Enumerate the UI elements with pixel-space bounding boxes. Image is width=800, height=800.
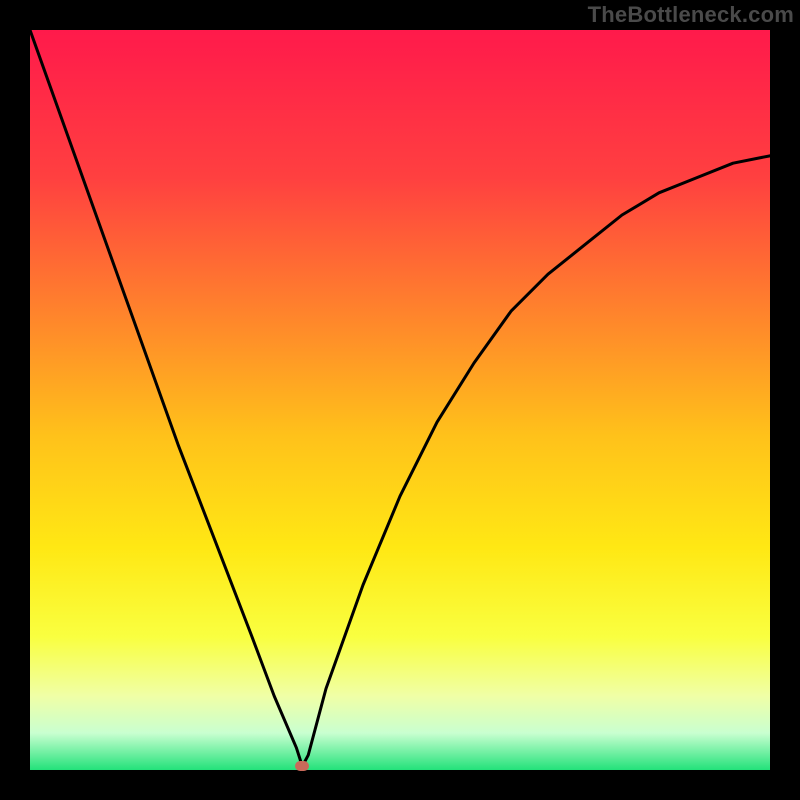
optimal-point-marker [295,761,309,771]
gradient-background [30,30,770,770]
plot-area [30,30,770,770]
watermark-text: TheBottleneck.com [588,2,794,28]
chart-svg [30,30,770,770]
chart-frame: TheBottleneck.com [0,0,800,800]
